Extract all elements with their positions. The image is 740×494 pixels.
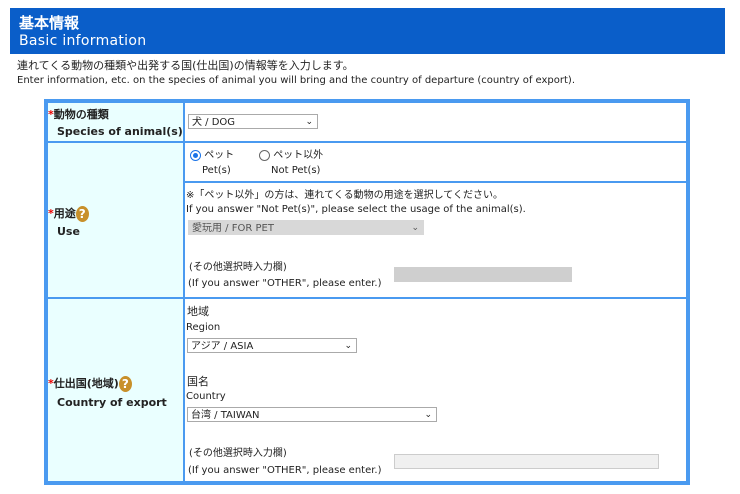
country-label-en: Country of export <box>57 396 167 409</box>
help-icon[interactable]: ? <box>75 206 89 222</box>
use-label-en: Use <box>57 225 80 238</box>
species-select[interactable]: 犬 / DOG ⌄ <box>188 114 318 129</box>
country-label-ja2: 国名 <box>187 375 209 388</box>
chevron-down-icon: ⌄ <box>424 410 432 420</box>
radio-button[interactable] <box>259 149 270 161</box>
usage-select[interactable]: 愛玩用 / FOR PET ⌄ <box>188 220 424 235</box>
species-label-cell: *動物の種類 Species of animal(s) <box>46 101 185 143</box>
use-other-label-en: (If you answer "OTHER", please enter.) <box>188 278 382 289</box>
country-other-label-ja: (その他選択時入力欄) <box>189 448 287 459</box>
chevron-down-icon: ⌄ <box>411 223 419 233</box>
country-label-ja: 仕出国(地域) <box>53 377 119 390</box>
use-detail-cell: ※「ペット以外」の方は、連れてくる動物の用途を選択してください。 If you … <box>183 181 688 299</box>
help-icon[interactable]: ? <box>118 376 132 392</box>
use-radio-cell: ペット Pet(s) ペット以外 Not Pet(s) <box>183 141 688 183</box>
radio-pet[interactable]: ペット <box>190 146 234 161</box>
use-note-ja: ※「ペット以外」の方は、連れてくる動物の用途を選択してください。 <box>186 190 503 201</box>
use-other-input[interactable] <box>394 267 572 282</box>
use-note-en: If you answer "Not Pet(s)", please selec… <box>186 204 526 215</box>
section-header: 基本情報 Basic information <box>10 8 725 54</box>
use-label-cell: *用途? Use <box>46 141 185 299</box>
species-label-en: Species of animal(s) <box>57 125 183 138</box>
section-title-en: Basic information <box>19 33 147 49</box>
country-select[interactable]: 台湾 / TAIWAN ⌄ <box>187 407 437 422</box>
section-title-ja: 基本情報 <box>19 14 80 32</box>
radio-pet-en: Pet(s) <box>202 165 231 176</box>
chevron-down-icon: ⌄ <box>344 341 352 351</box>
country-label-cell: *仕出国(地域)? Country of export <box>46 297 185 483</box>
radio-button-selected[interactable] <box>190 149 201 161</box>
region-label-ja: 地域 <box>187 305 209 318</box>
radio-not-pet-en: Not Pet(s) <box>271 165 321 176</box>
region-select[interactable]: アジア / ASIA ⌄ <box>187 338 357 353</box>
intro-en: Enter information, etc. on the species o… <box>17 75 576 86</box>
use-other-label-ja: (その他選択時入力欄) <box>189 262 287 273</box>
country-other-input[interactable] <box>394 454 659 469</box>
use-label-ja: 用途 <box>53 207 76 220</box>
radio-not-pet[interactable]: ペット以外 <box>259 146 323 161</box>
region-label-en: Region <box>186 322 221 333</box>
species-value-cell: 犬 / DOG ⌄ <box>183 101 688 143</box>
basic-info-form: *動物の種類 Species of animal(s) 犬 / DOG ⌄ *用途… <box>44 99 690 485</box>
country-value-cell: 地域 Region アジア / ASIA ⌄ 国名 Country 台湾 / TA… <box>183 297 688 483</box>
country-other-label-en: (If you answer "OTHER", please enter.) <box>188 465 382 476</box>
species-label-ja: 動物の種類 <box>53 108 109 121</box>
country-label-en2: Country <box>186 391 226 402</box>
intro-ja: 連れてくる動物の種類や出発する国(仕出国)の情報等を入力します。 <box>17 59 354 72</box>
chevron-down-icon: ⌄ <box>305 117 313 127</box>
